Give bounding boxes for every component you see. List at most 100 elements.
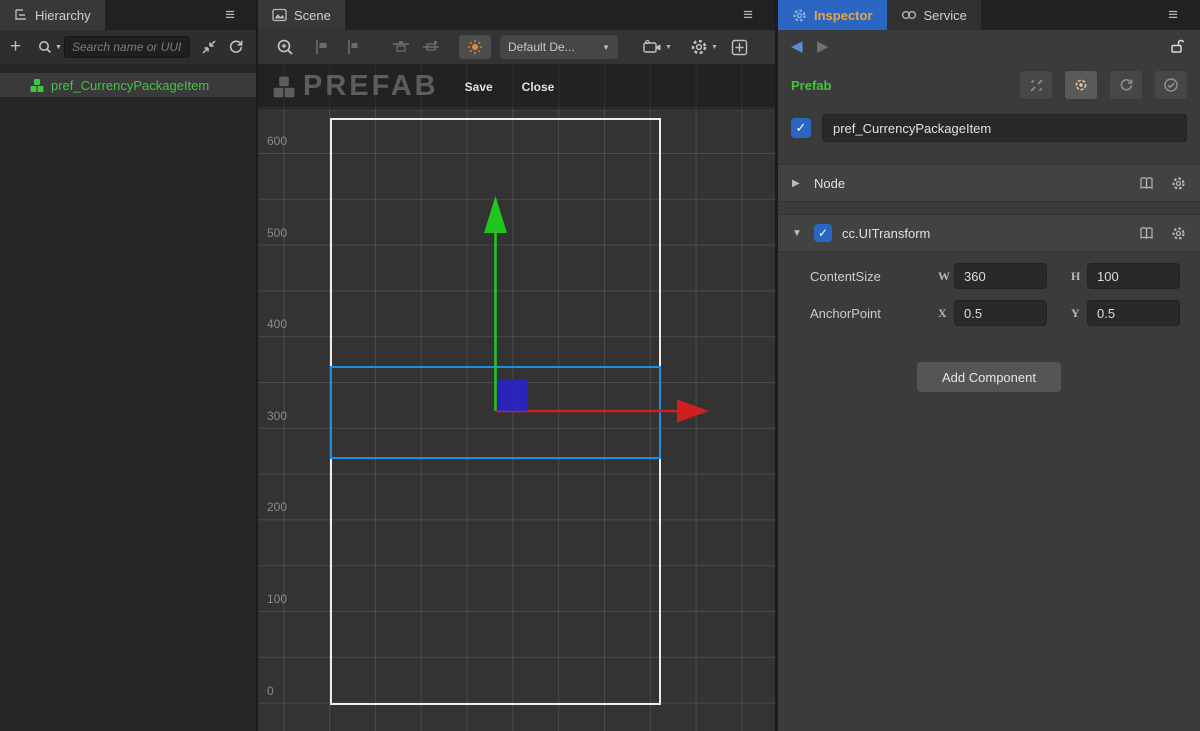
scene-tabbar: Scene ≡ <box>258 0 775 30</box>
content-size-w-input[interactable] <box>954 263 1047 289</box>
gear-icon <box>690 38 708 56</box>
add-component-button[interactable]: Add Component <box>917 362 1061 392</box>
h-label: H <box>1071 269 1087 284</box>
camera-select-value: Default De... <box>508 40 575 54</box>
close-button[interactable]: Close <box>522 80 555 94</box>
prefab-mode-banner: PREFAB Save Close <box>258 64 775 109</box>
uitransform-docs-icon[interactable] <box>1139 226 1154 240</box>
inspector-body: Prefab <box>778 62 1200 326</box>
scene-toolbar: Default De... ▼ ▼ ▼ <box>258 30 775 64</box>
node-collapsed-icon[interactable]: ▶ <box>792 178 804 189</box>
node-settings-gear-icon[interactable] <box>1171 176 1186 191</box>
move-gizmo[interactable] <box>258 64 775 731</box>
hierarchy-tabbar: Hierarchy ≡ <box>0 0 256 30</box>
gizmo-xy-plane-handle[interactable] <box>498 380 527 411</box>
unlink-icon <box>1029 78 1044 93</box>
align-top-icon <box>392 39 410 55</box>
refresh-icon <box>228 39 244 55</box>
prefab-reset-button[interactable] <box>1110 71 1142 99</box>
anchor-point-y-input[interactable] <box>1087 300 1180 326</box>
anchor-point-x-input[interactable] <box>954 300 1047 326</box>
tab-service[interactable]: Service <box>887 0 981 30</box>
light-icon <box>467 39 483 55</box>
hierarchy-menu-icon[interactable]: ≡ <box>225 0 235 30</box>
inspector-tabbar: Inspector Service ≡ <box>778 0 1200 30</box>
prefab-asset-label: Prefab <box>791 78 831 93</box>
y-label: Y <box>1071 306 1087 321</box>
x-label: X <box>938 306 954 321</box>
collapse-icon <box>201 39 217 55</box>
lock-toggle-button[interactable] <box>1169 38 1185 54</box>
prefab-apply-button[interactable] <box>1155 71 1187 99</box>
prefab-asset-row: Prefab <box>778 62 1200 108</box>
prefab-locate-button[interactable] <box>1065 71 1097 99</box>
zoom-in-icon <box>276 38 295 57</box>
search-input[interactable] <box>64 36 190 58</box>
align-left-button[interactable] <box>313 30 330 64</box>
inspector-panel: Inspector Service ≡ ◀ ▶ <box>778 0 1200 731</box>
node-section-header[interactable]: ▶ Node <box>778 164 1200 202</box>
node-docs-icon[interactable] <box>1139 176 1154 190</box>
prefab-banner-title: PREFAB <box>303 70 439 103</box>
editor-window: Hierarchy ≡ + ▼ <box>0 0 1200 731</box>
node-name-label: pref_CurrencyPackageItem <box>51 78 209 93</box>
camera-preview-select[interactable]: Default De... ▼ <box>500 35 618 59</box>
scene-tab-label: Scene <box>294 8 331 23</box>
check-icon: ✓ <box>796 120 807 136</box>
hierarchy-toolbar: + ▼ <box>0 30 256 64</box>
align-center-h-button[interactable] <box>343 30 360 64</box>
layout-panels-icon <box>731 39 748 56</box>
gizmo-x-arrow-icon[interactable] <box>677 400 709 423</box>
align-center-h-icon <box>343 39 360 55</box>
gizmo-y-arrow-icon[interactable] <box>484 196 507 233</box>
create-node-button[interactable]: + <box>10 30 21 64</box>
content-size-row: ContentSize W H <box>778 263 1200 289</box>
w-label: W <box>938 269 954 284</box>
hierarchy-panel: Hierarchy ≡ + ▼ <box>0 0 256 731</box>
zoom-tool-button[interactable] <box>276 30 295 64</box>
align-middle-icon <box>422 39 440 55</box>
scene-settings-button[interactable]: ▼ <box>690 30 718 64</box>
hierarchy-tree-icon <box>14 8 28 22</box>
tab-inspector[interactable]: Inspector <box>778 0 887 30</box>
align-top-button[interactable] <box>392 30 410 64</box>
hierarchy-tab-label: Hierarchy <box>35 8 91 23</box>
locate-target-icon <box>1073 77 1089 93</box>
filter-caret-icon: ▼ <box>55 44 62 51</box>
scene-light-toggle[interactable] <box>459 35 491 59</box>
node-active-checkbox[interactable]: ✓ <box>791 118 811 138</box>
align-middle-button[interactable] <box>422 30 440 64</box>
uitransform-settings-gear-icon[interactable] <box>1171 226 1186 241</box>
content-size-label: ContentSize <box>810 269 938 284</box>
check-circle-icon <box>1163 77 1179 93</box>
inspector-gear-icon <box>792 8 807 23</box>
camera-menu-button[interactable]: ▼ <box>643 30 672 64</box>
uitransform-section-header[interactable]: ▼ ✓ cc.UITransform <box>778 214 1200 252</box>
uitransform-expanded-icon[interactable]: ▼ <box>792 228 804 239</box>
layout-toggle-button[interactable] <box>731 30 748 64</box>
content-size-h-input[interactable] <box>1087 263 1180 289</box>
unlock-icon <box>1169 38 1185 54</box>
uitransform-enabled-checkbox[interactable]: ✓ <box>814 224 832 242</box>
node-name-input[interactable] <box>822 114 1187 142</box>
scene-viewport[interactable]: 600 500 400 300 200 100 0 <box>258 64 775 731</box>
scene-image-icon <box>272 8 287 22</box>
hierarchy-node-row[interactable]: pref_CurrencyPackageItem <box>0 73 256 97</box>
refresh-button[interactable] <box>228 30 244 64</box>
inspector-nav-row: ◀ ▶ <box>778 30 1200 62</box>
prefab-cubes-icon <box>29 78 45 93</box>
save-button[interactable]: Save <box>465 80 493 94</box>
history-back-button[interactable]: ◀ <box>791 37 803 55</box>
scene-panel: Scene ≡ <box>258 0 775 731</box>
inspector-menu-icon[interactable]: ≡ <box>1168 0 1178 30</box>
scene-menu-icon[interactable]: ≡ <box>743 0 753 30</box>
node-name-row: ✓ <box>778 108 1200 156</box>
service-tab-label: Service <box>924 8 967 23</box>
search-filter-button[interactable]: ▼ <box>37 30 62 64</box>
collapse-all-button[interactable] <box>201 30 217 64</box>
history-forward-button[interactable]: ▶ <box>817 37 829 55</box>
tab-hierarchy[interactable]: Hierarchy <box>0 0 105 30</box>
prefab-unlink-button[interactable] <box>1020 71 1052 99</box>
tab-scene[interactable]: Scene <box>258 0 345 30</box>
plus-icon: + <box>10 36 21 58</box>
